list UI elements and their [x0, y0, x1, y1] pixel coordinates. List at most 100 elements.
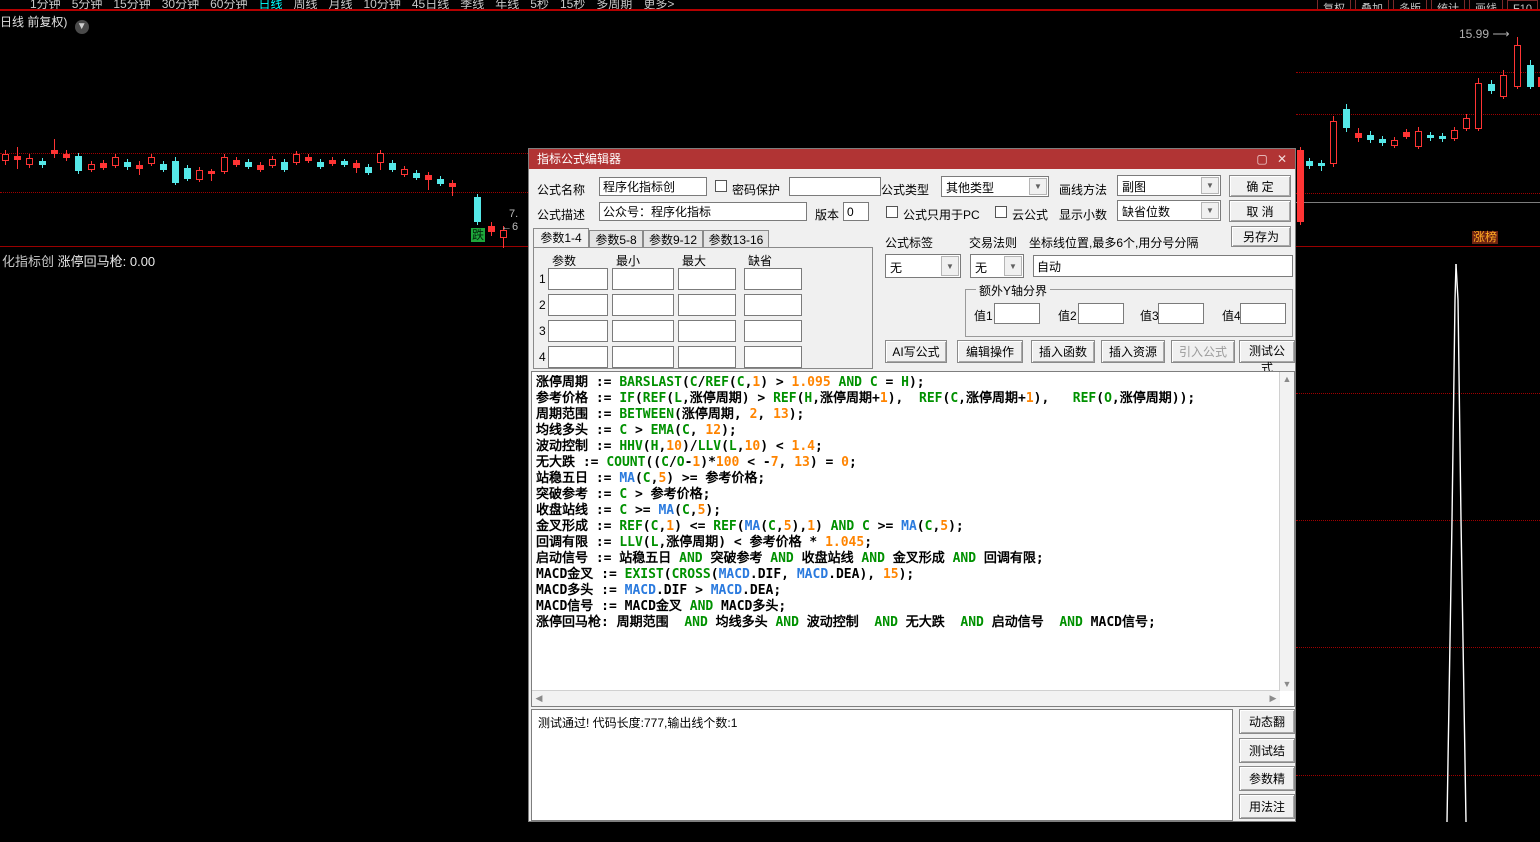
code-line: MACD多头 := MACD.DIF > MACD.DEA; — [536, 583, 782, 598]
toolbar-underline — [0, 9, 1540, 11]
scroll-right-icon[interactable]: ▶ — [1266, 691, 1280, 705]
y2-input[interactable] — [1078, 303, 1124, 324]
chevron-down-icon[interactable]: ▼ — [1201, 177, 1219, 194]
side-button-用法注释[interactable]: 用法注释 — [1239, 794, 1295, 837]
y3-input[interactable] — [1158, 303, 1204, 324]
tab-参数1-4[interactable]: 参数1-4 — [533, 228, 589, 247]
password-checkbox[interactable] — [715, 180, 727, 192]
code-line: 周期范围 := BETWEEN(涨停周期, 2, 13); — [536, 407, 805, 422]
formula-type-select[interactable]: 其他类型 ▼ — [941, 176, 1049, 197]
coord-input[interactable] — [1033, 255, 1293, 277]
side-button-动态翻译[interactable]: 动态翻译 — [1239, 709, 1295, 752]
tag-select[interactable]: 无 ▼ — [885, 254, 961, 278]
param-input-r3c3[interactable] — [678, 320, 736, 342]
chevron-down-icon[interactable]: ▼ — [1004, 256, 1022, 276]
formula-editor-dialog: 指标公式编辑器 ▢ ✕ 公式名称 密码保护 公式类型 其他类型 ▼ 画线方法 副… — [528, 148, 1296, 837]
code-line: MACD金叉 := EXIST(CROSS(MACD.DIF, MACD.DEA… — [536, 567, 915, 582]
param-input-r4c3[interactable] — [678, 346, 736, 368]
price-fragment: 7. — [509, 208, 519, 220]
price-fragment: ←6 — [501, 221, 519, 233]
y2-label: 值2 — [1058, 309, 1077, 323]
code-line: 启动信号 := 站稳五日 AND 突破参考 AND 收盘站线 AND 金叉形成 … — [536, 551, 1044, 566]
draw-method-label: 画线方法 — [1059, 183, 1108, 197]
chevron-down-icon[interactable]: ▼ — [74, 20, 89, 34]
param-input-r3c1[interactable] — [548, 320, 608, 342]
chevron-down-icon[interactable]: ▼ — [1201, 202, 1219, 219]
param-row-label: 4 — [539, 350, 546, 364]
side-button-参数精灵[interactable]: 参数精灵 — [1239, 766, 1295, 809]
chart-title[interactable]: 日线 前复权) ▼ — [0, 13, 89, 34]
code-line: 参考价格 := IF(REF(L,涨停周期) > REF(H,涨停周期+1), … — [536, 391, 1196, 406]
param-row-label: 1 — [539, 272, 546, 286]
side-button-测试结果[interactable]: 测试结果 — [1239, 738, 1295, 781]
rank-tag[interactable]: 涨榜 — [1472, 231, 1499, 244]
vertical-scrollbar[interactable]: ▲ ▼ — [1279, 372, 1294, 691]
price-high-annotation: 15.99 ⟶ — [1459, 27, 1510, 41]
draw-method-select[interactable]: 副图 ▼ — [1117, 175, 1221, 196]
y3-label: 值3 — [1140, 309, 1159, 323]
cloud-checkbox[interactable] — [995, 206, 1007, 218]
cancel-button[interactable]: 取 消 — [1229, 200, 1291, 222]
version-input[interactable] — [843, 202, 869, 221]
y1-label: 值1 — [974, 309, 993, 323]
ai-write-button[interactable]: AI写公式 — [885, 340, 947, 363]
scroll-left-icon[interactable]: ◀ — [532, 691, 546, 705]
param-input-r1c1[interactable] — [548, 268, 608, 290]
formula-desc-input[interactable] — [599, 202, 807, 221]
insert-function-button[interactable]: 插入函数 — [1031, 340, 1095, 363]
save-as-button[interactable]: 另存为 — [1231, 226, 1291, 247]
formula-name-input[interactable] — [599, 177, 707, 196]
chevron-down-icon[interactable]: ▼ — [1029, 178, 1047, 195]
param-input-r4c2[interactable] — [612, 346, 674, 368]
param-input-r1c4[interactable] — [744, 268, 802, 290]
code-editor[interactable]: 涨停周期 := BARSLAST(C/REF(C,1) > 1.095 AND … — [531, 371, 1295, 707]
scroll-up-icon[interactable]: ▲ — [1280, 372, 1294, 386]
scroll-down-icon[interactable]: ▼ — [1280, 677, 1294, 691]
param-input-r1c2[interactable] — [612, 268, 674, 290]
insert-resource-button[interactable]: 插入资源 — [1101, 340, 1165, 363]
arrow-icon: ⟶ — [1489, 27, 1510, 41]
edit-ops-button[interactable]: 编辑操作 — [957, 340, 1023, 363]
y1-input[interactable] — [994, 303, 1040, 324]
param-input-r3c2[interactable] — [612, 320, 674, 342]
param-input-r3c4[interactable] — [744, 320, 802, 342]
tab-参数9-12[interactable]: 参数9-12 — [643, 230, 703, 247]
y4-input[interactable] — [1240, 303, 1286, 324]
tab-参数5-8[interactable]: 参数5-8 — [589, 230, 643, 247]
test-formula-button[interactable]: 测试公式 — [1239, 340, 1295, 375]
password-input[interactable] — [789, 177, 881, 196]
code-text[interactable]: 涨停周期 := BARSLAST(C/REF(C,1) > 1.095 AND … — [536, 375, 1278, 688]
code-line: 收盘站线 := C >= MA(C,5); — [536, 503, 722, 518]
param-input-r4c1[interactable] — [548, 346, 608, 368]
tag-value: 无 — [890, 261, 903, 275]
indicator-status-line: 化指标创 涨停回马枪: 0.00 — [2, 251, 155, 270]
test-result-text: 测试通过! 代码长度:777,输出线个数:1 — [538, 716, 738, 730]
tab-参数13-16[interactable]: 参数13-16 — [703, 230, 769, 247]
param-input-r4c4[interactable] — [744, 346, 802, 368]
close-icon[interactable]: ✕ — [1275, 152, 1289, 166]
param-input-r2c2[interactable] — [612, 294, 674, 316]
param-input-r2c3[interactable] — [678, 294, 736, 316]
draw-method-value: 副图 — [1122, 180, 1147, 194]
dialog-title: 指标公式编辑器 — [537, 152, 622, 166]
code-line: 均线多头 := C > EMA(C, 12); — [536, 423, 737, 438]
chart-title-label: 日线 前复权) — [0, 15, 68, 29]
desktop: { "toolbar": { "periods": ["1分钟","5分钟","… — [0, 0, 1540, 837]
import-formula-button[interactable]: 引入公式 — [1171, 340, 1235, 363]
param-input-r2c4[interactable] — [744, 294, 802, 316]
param-input-r2c1[interactable] — [548, 294, 608, 316]
decimal-select[interactable]: 缺省位数 ▼ — [1117, 200, 1221, 221]
ok-button[interactable]: 确 定 — [1229, 175, 1291, 197]
dialog-titlebar[interactable]: 指标公式编辑器 ▢ ✕ — [529, 149, 1295, 169]
rule-select[interactable]: 无 ▼ — [970, 254, 1024, 278]
code-line: 涨停回马枪: 周期范围 AND 均线多头 AND 波动控制 AND 无大跌 AN… — [536, 615, 1156, 630]
maximize-icon[interactable]: ▢ — [1255, 152, 1269, 166]
pc-only-checkbox[interactable] — [886, 206, 898, 218]
type-label: 公式类型 — [881, 183, 930, 197]
extra-y-bounds-group: 额外Y轴分界 值1 值2 值3 值4 — [965, 282, 1293, 337]
chevron-down-icon[interactable]: ▼ — [941, 256, 959, 276]
param-input-r1c3[interactable] — [678, 268, 736, 290]
test-result-panel: 测试通过! 代码长度:777,输出线个数:1 — [531, 709, 1233, 821]
param-panel: 参数 最小 最大 缺省 1 2 3 4 — [533, 247, 873, 369]
horizontal-scrollbar[interactable]: ◀ ▶ — [532, 690, 1280, 706]
